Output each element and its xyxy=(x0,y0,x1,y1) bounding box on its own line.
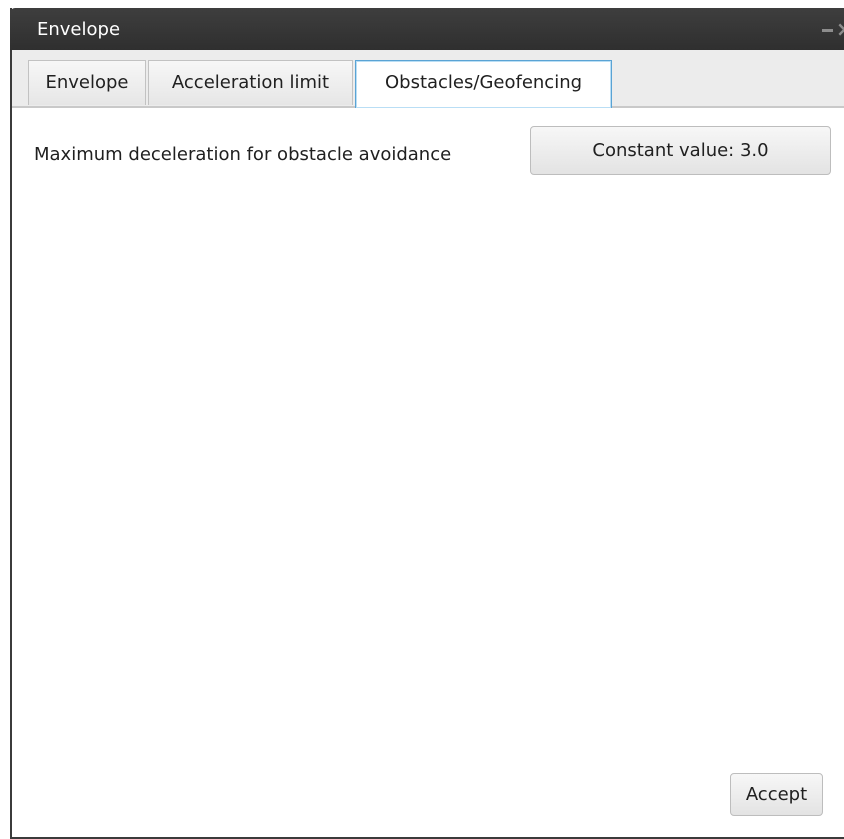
accept-button[interactable]: Accept xyxy=(730,773,823,816)
minimize-icon[interactable] xyxy=(822,29,833,32)
window-controls: × xyxy=(816,17,844,41)
window-title: Envelope xyxy=(37,19,121,40)
tab-acceleration-limit[interactable]: Acceleration limit xyxy=(148,60,353,105)
close-icon[interactable]: × xyxy=(836,19,844,39)
tab-bar: Envelope Acceleration limit Obstacles/Ge… xyxy=(12,50,844,108)
tab-obstacles-geofencing[interactable]: Obstacles/Geofencing xyxy=(355,60,612,108)
tab-envelope[interactable]: Envelope xyxy=(28,60,146,105)
obstacles-geofencing-panel: Maximum deceleration for obstacle avoida… xyxy=(12,108,844,837)
max-deceleration-label: Maximum deceleration for obstacle avoida… xyxy=(34,144,452,165)
max-deceleration-value-button[interactable]: Constant value: 3.0 xyxy=(530,126,831,175)
title-bar[interactable]: Envelope × xyxy=(10,8,844,50)
envelope-window: Envelope × Envelope Acceleration limit O… xyxy=(10,8,844,839)
